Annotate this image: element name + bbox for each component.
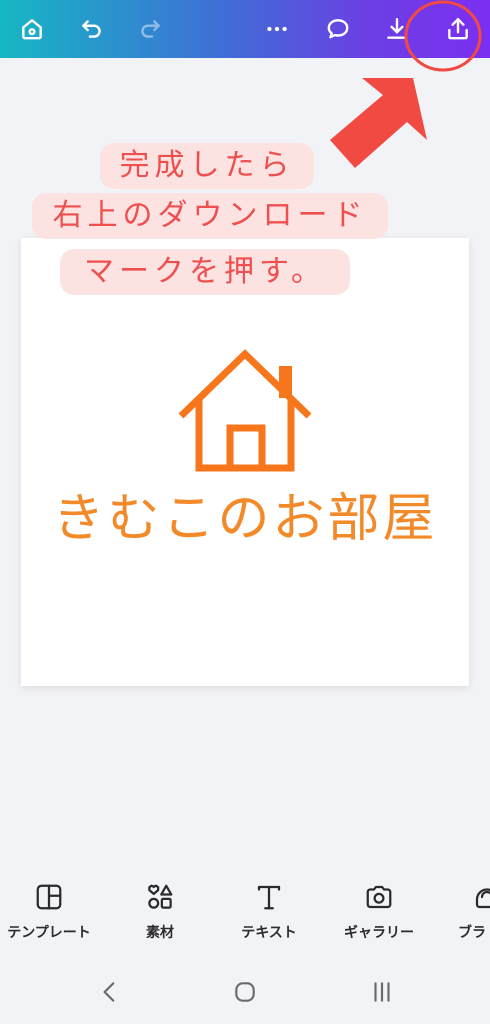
tool-elements-label: 素材 [146,925,174,941]
recents-icon [374,982,390,1002]
comment-icon [327,19,349,39]
tool-text-label: テキスト [241,925,297,941]
camera-icon [366,885,392,909]
more-button[interactable] [257,9,297,49]
system-back-button[interactable] [90,976,130,1008]
tool-brand[interactable]: ブラ [436,882,490,942]
brand-icon [475,888,490,909]
tool-text[interactable]: テキスト [219,882,319,942]
tool-brand-label: ブラ [458,925,486,941]
undo-icon [82,20,101,38]
home-icon [22,19,42,40]
design-canvas[interactable]: きむこのお部屋 [21,238,469,686]
editor-top-bar [0,0,490,58]
logo-text: きむこのお部屋 [52,489,438,549]
elements-icon [148,884,173,909]
more-icon [267,26,287,32]
tool-gallery[interactable]: ギャラリー [329,882,429,942]
annotation-line-2: 右上のダウンロード [32,193,388,239]
download-icon [387,18,407,39]
text-icon [257,885,281,910]
comment-button[interactable] [318,9,358,49]
home-circle-icon [235,982,255,1002]
system-recents-button[interactable] [362,976,402,1008]
redo-button[interactable] [130,9,170,49]
tool-elements[interactable]: 素材 [110,882,210,942]
system-nav-bar [0,962,490,1022]
share-icon [448,18,468,40]
annotation-line-1: 完成したら [100,143,314,189]
download-button[interactable] [377,9,417,49]
undo-button[interactable] [72,9,112,49]
tool-template-label: テンプレート [7,925,91,941]
template-icon [36,884,62,910]
tool-gallery-label: ギャラリー [344,925,414,941]
redo-icon [141,20,160,38]
bottom-toolbar: テンプレート 素材 テキスト ギャラリー ブラ [0,868,490,958]
house-logo-icon [178,349,312,472]
share-button[interactable] [438,9,478,49]
system-home-button[interactable] [225,976,265,1008]
back-icon [103,982,115,1002]
tool-template[interactable]: テンプレート [0,882,99,942]
home-button[interactable] [12,9,52,49]
